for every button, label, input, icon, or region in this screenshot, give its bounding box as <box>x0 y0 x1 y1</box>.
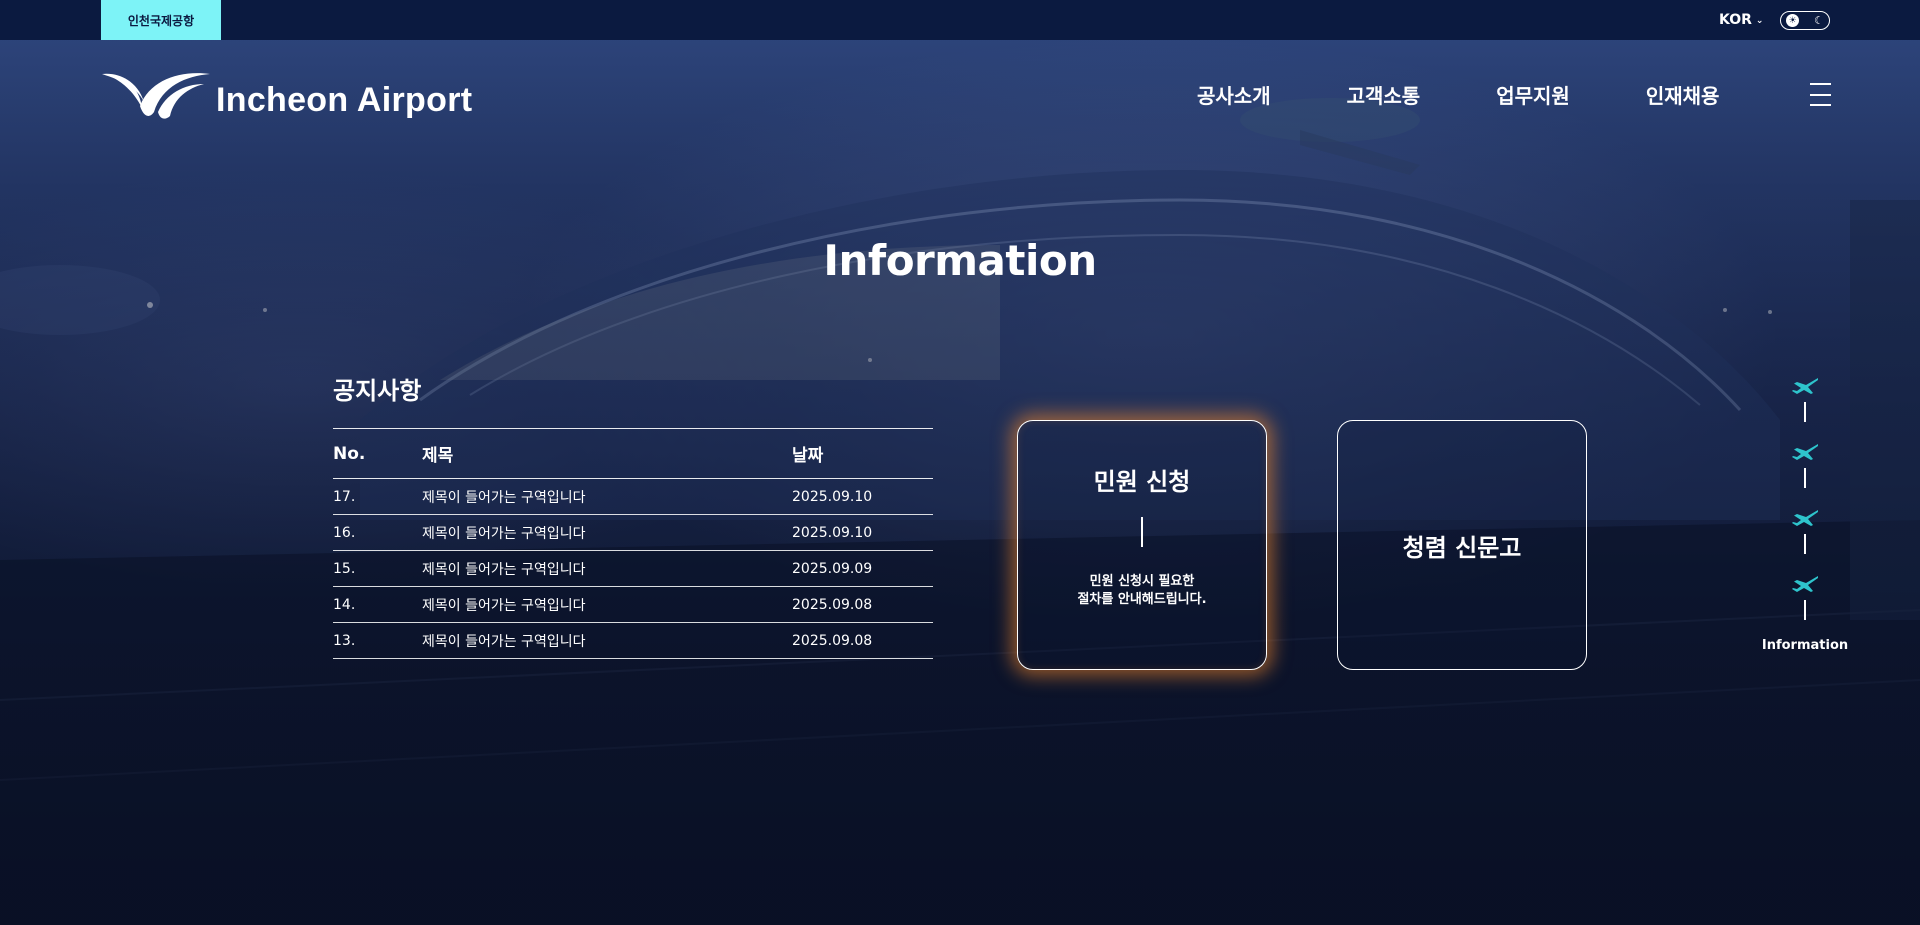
language-label: KOR <box>1719 12 1752 28</box>
top-utility-bar: 인천국제공항 KOR ⌄ ☀ ☾ <box>0 0 1920 40</box>
row-no: 14. <box>333 596 356 613</box>
civil-petition-title: 민원 신청 <box>1093 467 1191 496</box>
language-selector[interactable]: KOR ⌄ <box>1719 11 1763 29</box>
notice-table-header: No. 제목 날짜 <box>333 429 933 479</box>
table-row[interactable]: 16. 제목이 들어가는 구역입니다 2025.09.10 <box>333 515 933 551</box>
civil-petition-desc-line1: 민원 신청시 필요한 <box>1089 573 1195 589</box>
row-no: 16. <box>333 524 356 541</box>
column-header-no: No. <box>333 443 366 464</box>
row-title[interactable]: 제목이 들어가는 구역입니다 <box>422 559 792 579</box>
logo-text: Incheon Airport <box>216 80 473 119</box>
menu-icon[interactable] <box>1810 83 1831 106</box>
civil-petition-desc-line2: 절차를 안내해드립니다. <box>1077 591 1207 607</box>
side-nav-divider <box>1804 600 1806 620</box>
side-nav-label: Information <box>1761 638 1849 653</box>
row-no: 13. <box>333 632 356 649</box>
side-nav-divider <box>1804 402 1806 422</box>
background-image <box>0 0 1920 925</box>
card-divider <box>1141 516 1143 547</box>
notice-title: 공지사항 <box>333 377 422 405</box>
civil-petition-card[interactable]: 민원 신청 민원 신청시 필요한 절차를 안내해드립니다. <box>1017 420 1267 670</box>
column-header-title: 제목 <box>422 446 454 466</box>
row-title[interactable]: 제목이 들어가는 구역입니다 <box>422 631 792 651</box>
row-date: 2025.09.09 <box>792 560 873 577</box>
row-title[interactable]: 제목이 들어가는 구역입니다 <box>422 595 792 615</box>
row-no: 17. <box>333 488 356 505</box>
table-row[interactable]: 17. 제목이 들어가는 구역입니다 2025.09.10 <box>333 479 933 515</box>
airplane-icon[interactable] <box>1791 574 1819 594</box>
integrity-report-title: 청렴 신문고 <box>1402 533 1522 562</box>
side-nav-divider <box>1804 534 1806 554</box>
airplane-icon[interactable] <box>1791 508 1819 528</box>
sun-icon: ☀ <box>1786 14 1799 27</box>
page-title: Information <box>823 236 1097 285</box>
nav-item-business[interactable]: 업무지원 <box>1496 80 1570 109</box>
main-nav: 공사소개 고객소통 업무지원 인재채용 <box>1197 80 1719 109</box>
brand-tab[interactable]: 인천국제공항 <box>101 0 221 40</box>
nav-item-about[interactable]: 공사소개 <box>1197 80 1271 109</box>
table-row[interactable]: 13. 제목이 들어가는 구역입니다 2025.09.08 <box>333 623 933 659</box>
row-title[interactable]: 제목이 들어가는 구역입니다 <box>422 487 792 507</box>
column-header-date: 날짜 <box>792 446 824 466</box>
row-date: 2025.09.10 <box>792 488 873 505</box>
airplane-icon[interactable] <box>1791 442 1819 462</box>
nav-item-careers[interactable]: 인재채용 <box>1646 80 1720 109</box>
side-section-nav: Information <box>1750 376 1860 653</box>
notice-table: No. 제목 날짜 17. 제목이 들어가는 구역입니다 2025.09.10 … <box>333 428 933 659</box>
site-logo[interactable]: Incheon Airport <box>100 68 472 122</box>
table-row[interactable]: 14. 제목이 들어가는 구역입니다 2025.09.08 <box>333 587 933 623</box>
side-nav-divider <box>1804 468 1806 488</box>
row-date: 2025.09.10 <box>792 524 873 541</box>
civil-petition-description: 민원 신청시 필요한 절차를 안내해드립니다. <box>1077 573 1206 609</box>
row-no: 15. <box>333 560 356 577</box>
row-title[interactable]: 제목이 들어가는 구역입니다 <box>422 523 792 543</box>
row-date: 2025.09.08 <box>792 596 873 613</box>
chevron-down-icon: ⌄ <box>1755 15 1764 26</box>
row-date: 2025.09.08 <box>792 632 873 649</box>
table-row[interactable]: 15. 제목이 들어가는 구역입니다 2025.09.09 <box>333 551 933 587</box>
incheon-airport-logo-icon <box>102 73 210 119</box>
airplane-icon[interactable] <box>1791 376 1819 396</box>
moon-icon: ☾ <box>1814 14 1824 27</box>
theme-toggle[interactable]: ☀ ☾ <box>1780 11 1830 30</box>
integrity-report-card[interactable]: 청렴 신문고 <box>1337 420 1587 670</box>
nav-item-customer[interactable]: 고객소통 <box>1347 80 1421 109</box>
